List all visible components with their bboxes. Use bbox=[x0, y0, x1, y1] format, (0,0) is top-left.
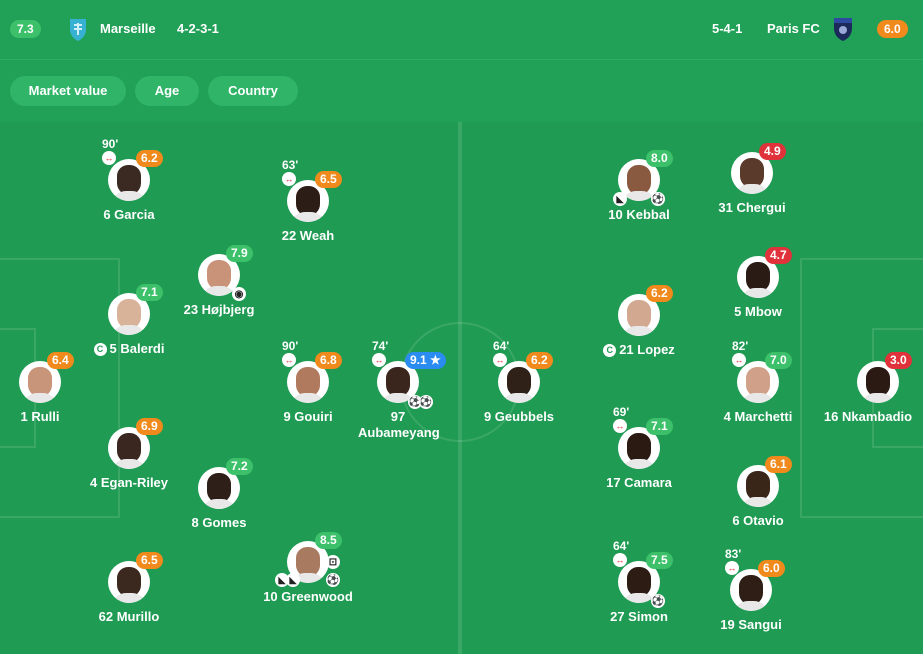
player-rating: 6.1 bbox=[765, 456, 792, 473]
captain-icon: C bbox=[93, 343, 107, 356]
player-name: 1 Rulli bbox=[20, 409, 60, 424]
player-name: 97 Aubameyang bbox=[358, 409, 440, 440]
player-rating: 7.2 bbox=[226, 458, 253, 475]
sub-minute: 69' bbox=[613, 405, 630, 419]
penalty-goal-icon: ⊡ bbox=[326, 555, 340, 569]
sub-out-icon: ↔ bbox=[732, 353, 746, 367]
player-name: 8 Gomes bbox=[191, 515, 247, 530]
player-name: 5 Mbow bbox=[734, 304, 782, 319]
player-name: 17 Camara bbox=[606, 475, 672, 490]
star-icon: ★ bbox=[430, 353, 441, 367]
home-team-name[interactable]: Marseille bbox=[100, 21, 156, 36]
match-header: 7.3 Marseille 4-2-3-1 5-4-1 Paris FC 6.0 bbox=[0, 0, 923, 60]
goal-icon: ⚽ bbox=[651, 192, 665, 206]
sub-minute: 90' bbox=[102, 137, 119, 151]
player-rating: 9.1 ★ bbox=[405, 352, 446, 369]
player-name: 31 Chergui bbox=[718, 200, 786, 215]
player-rating: 4.7 bbox=[765, 247, 792, 264]
yellow-card-icon: ◉ bbox=[232, 287, 246, 301]
away-team-name[interactable]: Paris FC bbox=[767, 21, 820, 36]
sub-minute: 83' bbox=[725, 547, 742, 561]
away-team-rating: 6.0 bbox=[877, 20, 908, 38]
player-rating: 8.0 bbox=[646, 150, 673, 167]
filter-country[interactable]: Country bbox=[208, 76, 298, 106]
goal-icon: ⚽ bbox=[419, 395, 433, 409]
player-rating: 6.4 bbox=[47, 352, 74, 369]
player-name: 23 Højbjerg bbox=[183, 302, 255, 317]
goal-icon: ⚽ bbox=[651, 594, 665, 608]
sub-out-icon: ↔ bbox=[613, 419, 627, 433]
sub-out-icon: ↔ bbox=[372, 353, 386, 367]
player-name: 19 Sangui bbox=[720, 617, 782, 632]
player-name: 6 Garcia bbox=[103, 207, 155, 222]
player-name: 6 Otavio bbox=[732, 513, 784, 528]
player-name: 4 Egan-Riley bbox=[89, 475, 169, 490]
sub-minute: 64' bbox=[613, 539, 630, 553]
paris-fc-crest-icon bbox=[834, 18, 852, 41]
marseille-crest-icon bbox=[70, 19, 86, 41]
goal-icon: ⚽ bbox=[326, 573, 340, 587]
player-name: 5 Balerdi bbox=[109, 341, 165, 356]
player-rating: 6.0 bbox=[758, 560, 785, 577]
captain-icon: C bbox=[603, 344, 617, 357]
sub-out-icon: ↔ bbox=[725, 561, 739, 575]
player-rating: 6.2 bbox=[136, 150, 163, 167]
sub-out-icon: ↔ bbox=[102, 151, 116, 165]
player-rating: 4.9 bbox=[759, 143, 786, 160]
player-rating: 6.5 bbox=[315, 171, 342, 188]
player-name: 62 Murillo bbox=[98, 609, 160, 624]
player-name: 9 Geubbels bbox=[483, 409, 555, 424]
sub-minute: 64' bbox=[493, 339, 510, 353]
player-rating: 6.9 bbox=[136, 418, 163, 435]
sub-out-icon: ↔ bbox=[493, 353, 507, 367]
sub-minute: 63' bbox=[282, 158, 299, 172]
filter-age[interactable]: Age bbox=[135, 76, 199, 106]
player-rating-value: 9.1 bbox=[410, 353, 427, 367]
player-rating: 6.2 bbox=[526, 352, 553, 369]
player-name-row: C 21 Lopez bbox=[559, 342, 719, 358]
sub-out-icon: ↔ bbox=[613, 553, 627, 567]
player-name-row: C5 Balerdi bbox=[49, 341, 209, 357]
sub-minute: 82' bbox=[732, 339, 749, 353]
sub-out-icon: ↔ bbox=[282, 353, 296, 367]
home-team-rating: 7.3 bbox=[10, 20, 41, 38]
assist-boot-icon: ◣ bbox=[613, 192, 627, 206]
assist-boot-icon: ◣ bbox=[286, 573, 300, 587]
player-rating: 6.2 bbox=[646, 285, 673, 302]
player-rating: 8.5 bbox=[315, 532, 342, 549]
sub-minute: 90' bbox=[282, 339, 299, 353]
player-name: 10 Greenwood bbox=[263, 589, 353, 604]
player-rating: 7.1 bbox=[136, 284, 163, 301]
player-rating: 3.0 bbox=[885, 352, 912, 369]
player-rating: 7.1 bbox=[646, 418, 673, 435]
home-formation: 4-2-3-1 bbox=[177, 21, 219, 36]
away-formation: 5-4-1 bbox=[712, 21, 743, 36]
player-rating: 6.8 bbox=[315, 352, 342, 369]
sub-minute: 74' bbox=[372, 339, 389, 353]
filter-market-value[interactable]: Market value bbox=[10, 76, 126, 106]
player-rating: 7.9 bbox=[226, 245, 253, 262]
player-name: 22 Weah bbox=[281, 228, 335, 243]
sub-out-icon: ↔ bbox=[282, 172, 296, 186]
player-rating: 7.0 bbox=[765, 352, 792, 369]
player-rating: 6.5 bbox=[136, 552, 163, 569]
player-rating: 7.5 bbox=[646, 552, 673, 569]
player-name: 21 Lopez bbox=[619, 342, 675, 357]
player-name: 16 Nkambadio bbox=[823, 409, 913, 424]
